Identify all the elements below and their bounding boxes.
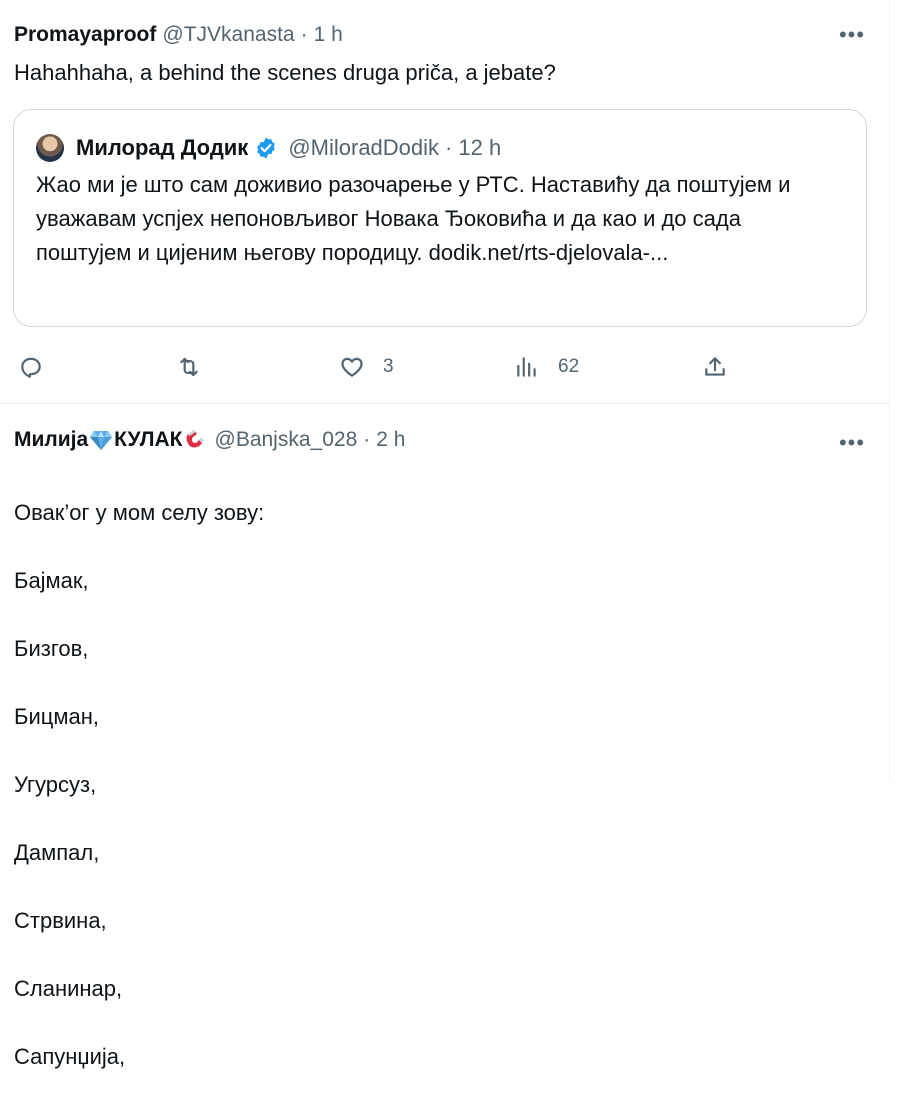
tweet-line: Сапунџија, <box>14 1044 126 1069</box>
tweet-line: Бизгов, <box>14 636 89 661</box>
author-handle[interactable]: @Banjska_028 <box>215 428 358 452</box>
author-handle[interactable]: @TJVkanasta <box>162 23 294 47</box>
tweet-line: Угурсуз, <box>14 772 97 797</box>
separator-dot: · <box>363 428 371 451</box>
quoted-tweet[interactable]: Милорад Додик @MiloradDodik · 12 h Жао м… <box>13 109 867 327</box>
views-icon <box>517 357 536 377</box>
tweet-line: Овак’ог у мом селу зову: <box>14 500 265 525</box>
author-name-part-1[interactable]: Милија <box>14 428 88 452</box>
tweet-text: Hahahhaha, a behind the scenes druga pri… <box>14 60 556 85</box>
tweet-2[interactable]: Милија КУЛАК @Banjska_028 · 2 h ••• Овак… <box>0 404 890 1069</box>
gem-emoji-icon <box>90 431 113 450</box>
tweet-line: Бајмак, <box>14 568 89 593</box>
more-label: ••• <box>838 22 866 47</box>
tweet-time[interactable]: 2 h <box>376 428 405 452</box>
quoted-tweet-text: Жао ми је што сам доживио разочарење у Р… <box>36 168 836 270</box>
author-name[interactable]: Promayaproof <box>14 23 156 47</box>
tweet-line: Сланинар, <box>14 976 123 1001</box>
tweet-actions: 3 62 <box>0 351 890 383</box>
views-count: 62 <box>558 356 580 377</box>
quoted-tweet-time[interactable]: 12 h <box>458 135 501 161</box>
tweet-line: Бицман, <box>14 704 99 729</box>
tweet-time[interactable]: 1 h <box>314 23 343 47</box>
heart-icon <box>341 357 363 377</box>
magnet-emoji-icon <box>186 430 204 448</box>
quoted-author-name[interactable]: Милорад Додик <box>76 135 248 161</box>
quoted-tweet-link[interactable]: dodik.net/rts-djelovala-... <box>429 240 669 265</box>
views-button[interactable]: 62 <box>514 351 579 383</box>
quoted-tweet-body: Жао ми је што сам доживио разочарење у Р… <box>36 172 791 265</box>
tweet-1-header: Promayaproof @TJVkanasta · 1 h <box>14 20 343 50</box>
tweet-1[interactable]: Promayaproof @TJVkanasta · 1 h ••• Hahah… <box>0 0 890 403</box>
timeline-border <box>889 0 890 780</box>
verified-badge-icon <box>257 137 276 159</box>
tweet-line: Стрвина, <box>14 908 107 933</box>
tweet-line: Дампал, <box>14 840 100 865</box>
quoted-author-handle[interactable]: @MiloradDodik <box>288 135 439 161</box>
share-icon <box>705 357 725 376</box>
avatar[interactable] <box>36 134 64 162</box>
author-name-part-2[interactable]: КУЛАК <box>114 428 182 452</box>
separator-dot: · <box>445 135 453 160</box>
like-button[interactable]: 3 <box>339 351 394 383</box>
more-options-icon[interactable]: ••• <box>836 22 868 47</box>
more-options-icon[interactable]: ••• <box>836 430 868 455</box>
retweet-icon <box>180 357 198 377</box>
tweet-text: Овак’ог у мом селу зову: Бајмак, Бизгов,… <box>14 462 264 1108</box>
like-count: 3 <box>383 356 394 377</box>
share-button[interactable] <box>702 351 728 383</box>
separator-dot: · <box>300 23 308 46</box>
tweet-2-header: Милија КУЛАК @Banjska_028 · 2 h <box>14 425 405 455</box>
quoted-tweet-header: Милорад Додик @MiloradDodik · 12 h <box>36 132 501 164</box>
more-label: ••• <box>838 430 866 455</box>
reply-icon <box>21 357 41 378</box>
reply-button[interactable] <box>18 351 44 383</box>
retweet-button[interactable] <box>176 351 202 383</box>
